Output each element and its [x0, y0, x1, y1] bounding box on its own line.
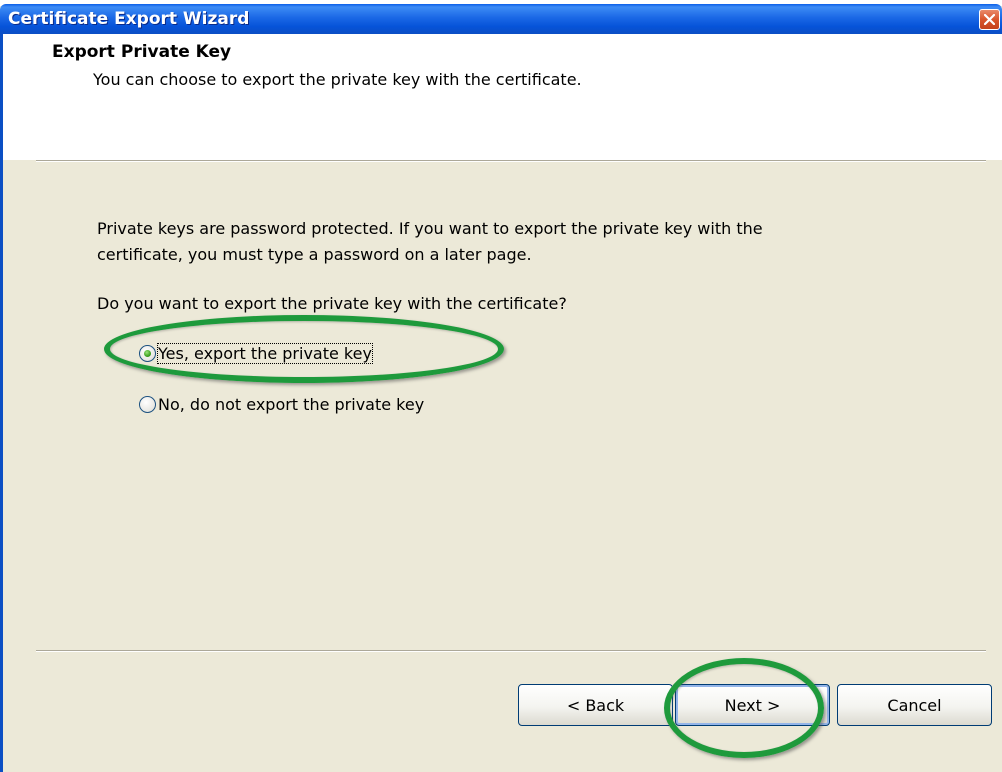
radio-yes-export[interactable]: Yes, export the private key [139, 342, 373, 364]
radio-no-label[interactable]: No, do not export the private key [158, 395, 424, 414]
radio-button-checked[interactable] [139, 344, 156, 362]
certificate-export-wizard-window: Certificate Export Wizard Export Private… [0, 0, 1002, 772]
next-button[interactable]: Next > [675, 684, 830, 726]
header-divider [36, 160, 986, 162]
page-title: Export Private Key [52, 42, 232, 62]
radio-button-unchecked[interactable] [139, 395, 156, 413]
footer-divider [36, 650, 986, 652]
question-text: Do you want to export the private key wi… [97, 294, 567, 313]
page-subtitle: You can choose to export the private key… [93, 70, 582, 89]
title-bar[interactable]: Certificate Export Wizard [0, 4, 1002, 34]
cancel-button-label: Cancel [887, 695, 942, 715]
window-title: Certificate Export Wizard [8, 9, 250, 29]
close-button[interactable] [979, 9, 1000, 30]
description-line-1: Private keys are password protected. If … [97, 219, 763, 238]
back-button[interactable]: < Back [518, 684, 673, 726]
back-button-label: < Back [566, 695, 625, 715]
description-line-2: certificate, you must type a password on… [97, 245, 532, 264]
next-button-label: Next > [724, 695, 781, 715]
radio-yes-label[interactable]: Yes, export the private key [157, 342, 373, 364]
cancel-button[interactable]: Cancel [837, 684, 992, 726]
radio-no-export[interactable]: No, do not export the private key [139, 393, 424, 415]
